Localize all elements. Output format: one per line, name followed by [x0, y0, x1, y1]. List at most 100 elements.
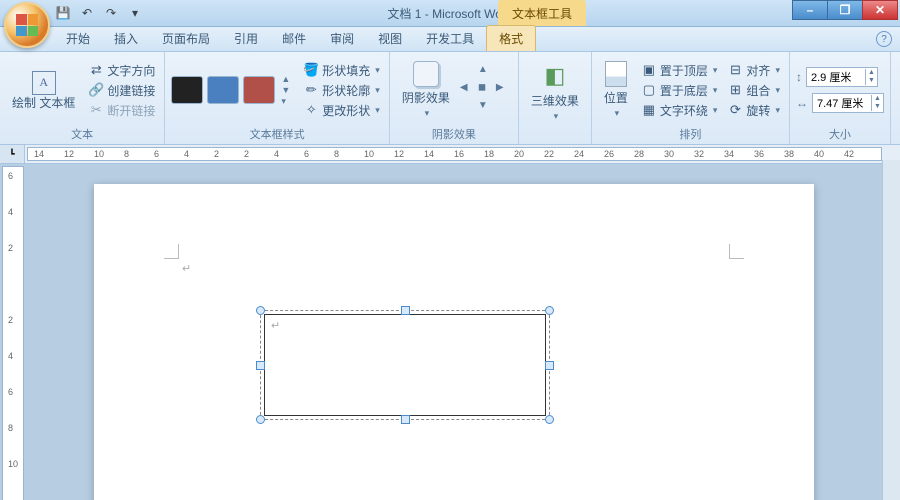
ribbon-tabs: 开始插入页面布局引用邮件审阅视图开发工具格式? — [0, 27, 900, 52]
ruler-tick: 10 — [8, 459, 18, 469]
style-gallery-up[interactable]: ▲ — [281, 74, 290, 84]
textbox-icon: A — [32, 71, 56, 95]
style-gallery-down[interactable]: ▼ — [281, 85, 290, 95]
group-arrange: 位置▾ ▣置于顶层▾ ▢置于底层▾ ▦文字环绕▾ ⊟对齐▾ ⊞组合▾ ⟳旋转▾ … — [592, 52, 790, 144]
nudge-center-button[interactable]: ◼ — [478, 82, 494, 98]
ruler-tick: 40 — [814, 149, 824, 159]
position-icon — [605, 61, 627, 87]
vertical-ruler[interactable]: 642 246810 — [2, 166, 24, 500]
send-back-button[interactable]: ▢置于底层▾ — [638, 81, 721, 100]
shadow-icon — [413, 61, 439, 87]
group-size: ↕ 2.9 厘米▲▼ ↔ 7.47 厘米▲▼ 大小 — [790, 52, 891, 144]
height-icon: ↕ — [796, 70, 802, 84]
resize-handle-sw[interactable] — [256, 415, 265, 424]
shape-fill-button[interactable]: 🪣形状填充▾ — [300, 61, 383, 80]
page: ↵ ↵ — [94, 184, 814, 500]
tab-5[interactable]: 审阅 — [318, 26, 366, 51]
ruler-tick: 12 — [394, 149, 404, 159]
rotate-button[interactable]: ⟳旋转▾ — [724, 101, 783, 120]
ruler-tick: 14 — [34, 149, 44, 159]
resize-handle-w[interactable] — [256, 361, 265, 370]
document-canvas[interactable]: ↵ ↵ — [26, 164, 882, 500]
change-shape-button[interactable]: ✧更改形状▾ — [300, 101, 383, 120]
minimize-button[interactable]: – — [792, 0, 828, 20]
help-icon[interactable]: ? — [876, 31, 892, 47]
style-swatch-1[interactable] — [207, 76, 239, 104]
group-label-arrange: 排列 — [598, 125, 783, 143]
group-label-3d — [525, 129, 585, 143]
group-label-text: 文本 — [6, 125, 158, 143]
ruler-tick: 20 — [514, 149, 524, 159]
ruler-bar: ┗ 14121086422468101214161820222426283032… — [0, 145, 900, 164]
tab-4[interactable]: 邮件 — [270, 26, 318, 51]
nudge-down-button[interactable]: ▼ — [478, 100, 494, 116]
ruler-tick: 36 — [754, 149, 764, 159]
ruler-tick: 10 — [94, 149, 104, 159]
text-box[interactable]: ↵ — [264, 314, 546, 416]
tab-selector[interactable]: ┗ — [0, 145, 25, 163]
redo-icon[interactable]: ↷ — [102, 4, 120, 22]
resize-handle-n[interactable] — [401, 306, 410, 315]
text-direction-button[interactable]: ⇄文字方向 — [85, 61, 158, 80]
ruler-tick: 32 — [694, 149, 704, 159]
align-button[interactable]: ⊟对齐▾ — [724, 61, 783, 80]
nudge-left-button[interactable]: ◀ — [460, 82, 476, 98]
ruler-tick: 2 — [8, 315, 13, 325]
resize-handle-nw[interactable] — [256, 306, 265, 315]
link-icon: 🔗 — [88, 82, 104, 98]
resize-handle-ne[interactable] — [545, 306, 554, 315]
resize-handle-s[interactable] — [401, 415, 410, 424]
ruler-tick: 16 — [454, 149, 464, 159]
create-link-button[interactable]: 🔗创建链接 — [85, 81, 158, 100]
style-swatch-2[interactable] — [243, 76, 275, 104]
shape-outline-button[interactable]: ✏形状轮廓▾ — [300, 81, 383, 100]
bring-front-button[interactable]: ▣置于顶层▾ — [638, 61, 721, 80]
break-link-icon: ✂ — [88, 102, 104, 118]
ruler-tick: 8 — [334, 149, 339, 159]
draw-textbox-button[interactable]: A 绘制 文本框 — [6, 69, 81, 112]
resize-handle-e[interactable] — [545, 361, 554, 370]
group-button[interactable]: ⊞组合▾ — [724, 81, 783, 100]
group-label-shadow: 阴影效果 — [396, 125, 512, 143]
nudge-right-button[interactable]: ▶ — [496, 82, 512, 98]
undo-icon[interactable]: ↶ — [78, 4, 96, 22]
tab-3[interactable]: 引用 — [222, 26, 270, 51]
qat-customize-icon[interactable]: ▾ — [126, 4, 144, 22]
text-wrap-button[interactable]: ▦文字环绕▾ — [638, 101, 721, 120]
tab-2[interactable]: 页面布局 — [150, 26, 222, 51]
tab-7[interactable]: 开发工具 — [414, 26, 486, 51]
shadow-effects-button[interactable]: 阴影效果▾ — [396, 59, 456, 121]
style-swatch-0[interactable] — [171, 76, 203, 104]
tab-6[interactable]: 视图 — [366, 26, 414, 51]
height-input[interactable]: 2.9 厘米▲▼ — [806, 67, 878, 87]
ruler-tick: 6 — [154, 149, 159, 159]
nudge-up-button[interactable]: ▲ — [478, 64, 494, 80]
vertical-scrollbar[interactable] — [882, 160, 900, 500]
position-button[interactable]: 位置▾ — [598, 59, 634, 121]
close-button[interactable]: ✕ — [862, 0, 898, 20]
office-button[interactable] — [4, 2, 50, 48]
tab-8[interactable]: 格式 — [486, 25, 536, 51]
outline-icon: ✏ — [303, 82, 319, 98]
ruler-tick: 28 — [634, 149, 644, 159]
ruler-tick: 6 — [304, 149, 309, 159]
width-input[interactable]: 7.47 厘米▲▼ — [812, 93, 884, 113]
send-back-icon: ▢ — [641, 82, 657, 98]
threed-effects-button[interactable]: ◧ 三维效果▾ — [525, 60, 585, 124]
margin-corner-tl — [164, 244, 179, 259]
ruler-tick: 34 — [724, 149, 734, 159]
width-icon: ↔ — [796, 96, 808, 110]
resize-handle-se[interactable] — [545, 415, 554, 424]
maximize-button[interactable]: ❐ — [827, 0, 863, 20]
group-3d: ◧ 三维效果▾ — [519, 52, 592, 144]
rotate-icon: ⟳ — [727, 102, 743, 118]
style-gallery-more[interactable]: ▾ — [281, 96, 290, 107]
group-shadow: 阴影效果▾ ▲ ◀◼▶ ▼ 阴影效果 — [390, 52, 519, 144]
text-direction-icon: ⇄ — [88, 62, 104, 78]
tab-0[interactable]: 开始 — [54, 26, 102, 51]
ruler-tick: 14 — [424, 149, 434, 159]
tab-1[interactable]: 插入 — [102, 26, 150, 51]
horizontal-ruler[interactable]: 1412108642246810121416182022242628303234… — [27, 147, 882, 161]
save-icon[interactable]: 💾 — [54, 4, 72, 22]
break-link-button[interactable]: ✂断开链接 — [85, 101, 158, 120]
